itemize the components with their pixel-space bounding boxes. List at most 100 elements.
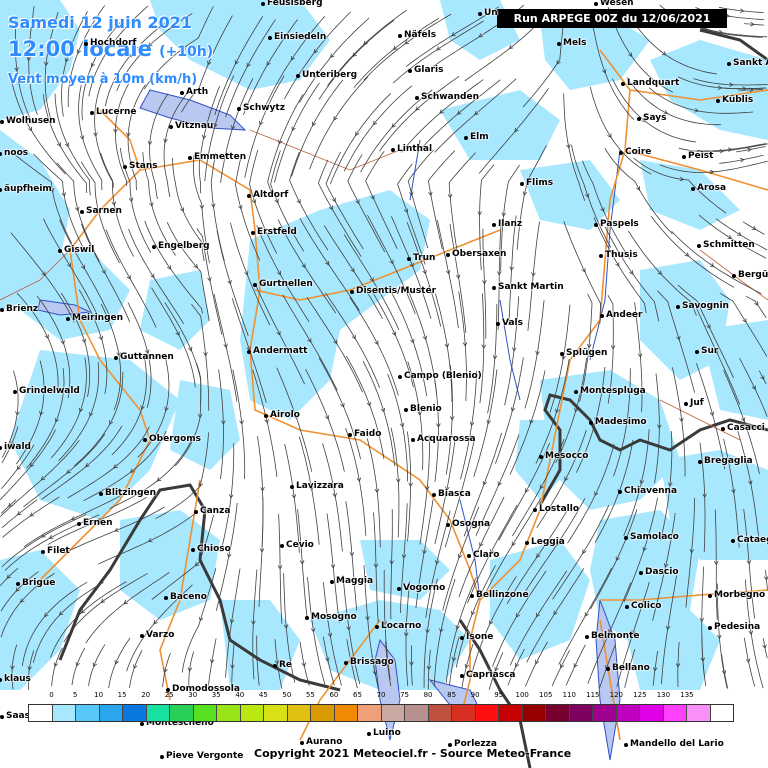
city-label: Glaris bbox=[414, 65, 444, 75]
city-label: Vogorno bbox=[403, 583, 446, 593]
city-marker bbox=[194, 510, 198, 514]
city-label: Mels bbox=[563, 38, 587, 48]
city-label: Mesocco bbox=[545, 451, 589, 461]
city-marker bbox=[708, 626, 712, 630]
city-marker bbox=[140, 722, 144, 726]
city-marker bbox=[676, 305, 680, 309]
city-marker bbox=[599, 254, 603, 258]
streamline bbox=[318, 19, 395, 100]
city-label: Emmetten bbox=[194, 152, 247, 162]
city-marker bbox=[525, 541, 529, 545]
city-label: Mosogno bbox=[311, 612, 357, 622]
city-label: Bergü bbox=[738, 270, 768, 280]
city-label: Casacci bbox=[727, 423, 765, 433]
city-marker bbox=[398, 375, 402, 379]
legend-color-cell bbox=[546, 705, 570, 721]
city-marker bbox=[539, 455, 543, 459]
streamline bbox=[362, 360, 396, 466]
city-label: Sur bbox=[701, 346, 719, 356]
city-marker bbox=[625, 605, 629, 609]
legend-tick-label: 130 bbox=[656, 691, 671, 699]
city-label: Campo (Blenio) bbox=[404, 371, 482, 381]
streamline bbox=[504, 296, 520, 406]
city-label: Obersaxen bbox=[452, 249, 507, 259]
city-marker bbox=[80, 210, 84, 214]
legend-color-cell bbox=[123, 705, 147, 721]
city-marker bbox=[350, 290, 354, 294]
city-label: Küblis bbox=[722, 95, 754, 105]
city-label: Saas bbox=[6, 711, 30, 721]
forecast-variable: Vent moyen à 10m (km/h) bbox=[8, 72, 198, 87]
city-label: Luino bbox=[373, 728, 401, 738]
legend-tick-label: 20 bbox=[141, 691, 151, 699]
city-label: Savognin bbox=[682, 301, 729, 311]
city-label: Cataeg bbox=[737, 535, 768, 545]
streamline bbox=[487, 303, 498, 414]
city-marker bbox=[397, 587, 401, 591]
legend-tick-label: 100 bbox=[515, 691, 529, 699]
streamline bbox=[215, 502, 238, 611]
city-label: Coire bbox=[625, 147, 652, 157]
city-marker bbox=[41, 550, 45, 554]
city-label: Colico bbox=[631, 601, 662, 611]
city-marker bbox=[247, 194, 251, 198]
legend-tick-label: 0 bbox=[49, 691, 54, 699]
city-marker bbox=[140, 634, 144, 638]
city-marker bbox=[684, 402, 688, 406]
city-marker bbox=[708, 594, 712, 598]
wind-map: Samedi 12 juin 2021 12:00 locale (+10h) … bbox=[0, 0, 768, 768]
city-label: Andeer bbox=[606, 310, 643, 320]
city-marker bbox=[618, 490, 622, 494]
city-label: Says bbox=[643, 113, 667, 123]
legend-color-cell bbox=[193, 705, 217, 721]
city-marker bbox=[446, 253, 450, 257]
city-marker bbox=[152, 245, 156, 249]
city-marker bbox=[732, 274, 736, 278]
streamline bbox=[213, 293, 238, 402]
city-marker bbox=[169, 125, 173, 129]
streamline bbox=[366, 438, 381, 548]
city-label: Madesimo bbox=[595, 417, 647, 427]
city-marker bbox=[251, 231, 255, 235]
legend-tick-label: 125 bbox=[633, 691, 647, 699]
city-marker bbox=[574, 390, 578, 394]
city-marker bbox=[290, 485, 294, 489]
legend-tick-label: 135 bbox=[680, 691, 694, 699]
legend-color-cell bbox=[569, 705, 593, 721]
city-marker bbox=[606, 667, 610, 671]
city-label: noos bbox=[4, 148, 29, 158]
city-label: Elm bbox=[470, 132, 489, 142]
city-label: Mandello del Lario bbox=[630, 739, 724, 749]
city-marker bbox=[697, 244, 701, 248]
city-label: Stans bbox=[129, 161, 158, 171]
city-marker bbox=[180, 91, 184, 95]
legend-color-cell bbox=[405, 705, 429, 721]
streamline bbox=[497, 219, 502, 330]
city-marker bbox=[237, 107, 241, 111]
city-label: Re bbox=[279, 660, 293, 670]
city-marker bbox=[727, 62, 731, 66]
city-label: Brigue bbox=[22, 578, 56, 588]
city-marker bbox=[594, 2, 598, 6]
legend-tick-label: 30 bbox=[188, 691, 198, 699]
forecast-date: Samedi 12 juin 2021 bbox=[8, 13, 193, 32]
city-label: Osogna bbox=[452, 519, 491, 529]
streamline bbox=[508, 215, 517, 326]
city-label: Thusis bbox=[605, 250, 638, 260]
legend-tick-label: 15 bbox=[117, 691, 127, 699]
city-label: Blenio bbox=[410, 404, 442, 414]
city-marker bbox=[619, 151, 623, 155]
city-label: klaus bbox=[4, 674, 31, 684]
legend-tick-label: 95 bbox=[494, 691, 504, 699]
legend-tick-label: 10 bbox=[94, 691, 104, 699]
legend-color-cell bbox=[593, 705, 617, 721]
city-label: Splügen bbox=[566, 348, 608, 358]
city-marker bbox=[330, 580, 334, 584]
city-marker bbox=[367, 732, 371, 736]
city-label: Ernen bbox=[83, 518, 113, 528]
legend-color-cell bbox=[76, 705, 100, 721]
legend-tick-label: 5 bbox=[72, 691, 78, 699]
city-marker bbox=[682, 155, 686, 159]
city-label: Dascio bbox=[645, 567, 679, 577]
city-label: Airolo bbox=[270, 410, 300, 420]
